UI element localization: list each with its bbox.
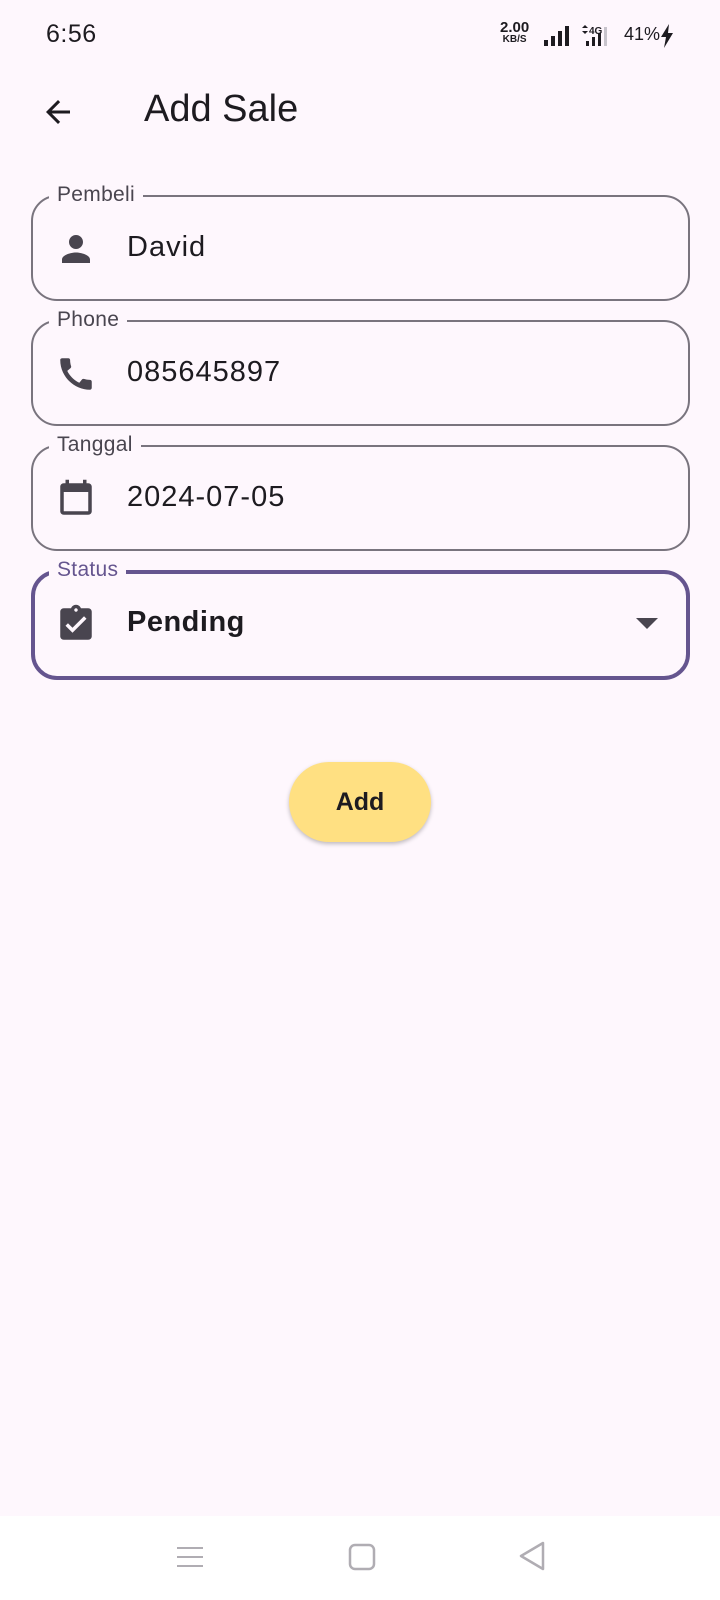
menu-icon[interactable] (175, 1542, 205, 1572)
phone-label: Phone (49, 307, 128, 333)
status-value: Pending (127, 606, 245, 638)
back-nav-icon[interactable] (517, 1540, 547, 1572)
back-button[interactable] (28, 82, 88, 142)
page-title: Add Sale (144, 88, 299, 130)
buyer-input[interactable] (127, 231, 607, 264)
status-label: Status (49, 557, 127, 583)
phone-field[interactable]: Phone (31, 307, 690, 426)
app-bar: Add Sale (0, 72, 720, 152)
status-time: 6:56 (46, 20, 97, 48)
buyer-field[interactable]: Pembeli (31, 182, 690, 301)
clipboard-check-icon (60, 604, 92, 640)
calendar-icon (60, 479, 92, 515)
phone-icon (60, 358, 92, 390)
battery-level: 41% (624, 24, 661, 44)
arrow-back-icon (46, 100, 70, 124)
net-speed-unit: KB/S (502, 34, 527, 45)
person-icon (62, 235, 90, 263)
add-button[interactable]: Add (289, 762, 431, 842)
net-speed-value: 2.00 (500, 19, 530, 36)
date-label: Tanggal (49, 432, 141, 458)
net-speed: 2.00 KB/S (500, 19, 530, 46)
dropdown-arrow-icon[interactable] (636, 618, 658, 629)
charging-icon (661, 24, 673, 48)
phone-input[interactable] (127, 356, 607, 389)
signal-icon (544, 26, 569, 46)
system-nav-bar (0, 1516, 720, 1600)
buyer-label: Pembeli (49, 182, 143, 208)
status-bar: 6:56 2.00 KB/S 4G 41% (0, 0, 720, 72)
signal-4g-icon: 4G (582, 25, 607, 46)
home-icon[interactable] (348, 1542, 376, 1572)
date-input[interactable] (127, 481, 607, 514)
date-field[interactable]: Tanggal (31, 432, 690, 551)
status-dropdown[interactable]: Status Pending (31, 557, 690, 680)
